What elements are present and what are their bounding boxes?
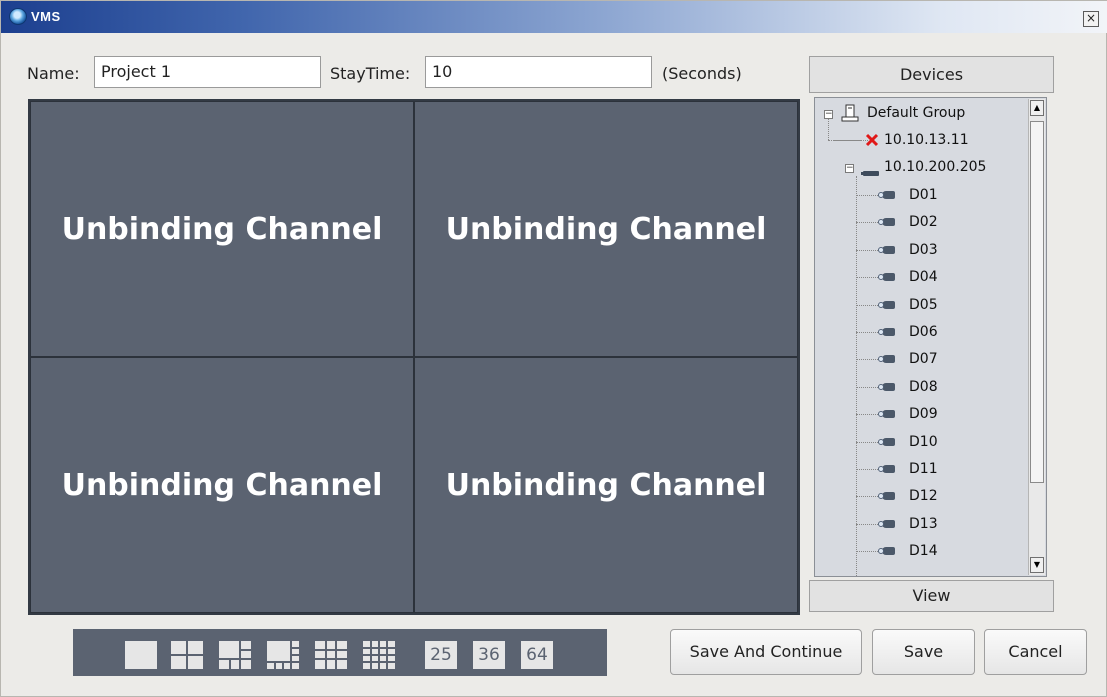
tree-item-channel[interactable]: D12	[909, 488, 938, 504]
tree-item-device[interactable]: 10.10.13.11	[884, 132, 969, 148]
tree-item-channel[interactable]: D05	[909, 297, 938, 313]
seconds-unit-label: (Seconds)	[662, 64, 742, 83]
tree-line	[856, 551, 878, 553]
save-button[interactable]: Save	[872, 629, 975, 675]
layout-16-icon[interactable]	[363, 641, 395, 669]
group-folder-icon	[841, 104, 859, 122]
tree-line	[828, 116, 829, 140]
camera-icon	[878, 519, 896, 529]
dialog-window: VMS × Name: Project 1 StayTime: 10 (Seco…	[0, 0, 1107, 697]
title-bar[interactable]: VMS ×	[1, 1, 1107, 33]
tree-item-channel[interactable]: D06	[909, 324, 938, 340]
tree-line	[833, 140, 861, 141]
camera-icon	[878, 491, 896, 501]
tree-line	[856, 277, 878, 279]
camera-icon	[878, 190, 896, 200]
scroll-thumb[interactable]	[1030, 121, 1044, 483]
channel-cell-3[interactable]: Unbinding Channel	[30, 357, 414, 613]
layout-8-icon[interactable]	[267, 641, 299, 669]
tree-item-channel[interactable]: D07	[909, 351, 938, 367]
tree-line	[856, 332, 878, 333]
tree-line	[856, 523, 878, 525]
layout-selector-bar: 25 36 64	[73, 629, 607, 676]
channel-cell-label: Unbinding Channel	[61, 211, 383, 247]
tree-scrollbar[interactable]: ▲ ▼	[1028, 99, 1045, 575]
layout-64-button[interactable]: 64	[521, 641, 553, 669]
channel-cell-2[interactable]: Unbinding Channel	[414, 101, 798, 357]
scroll-up-button[interactable]: ▲	[1030, 100, 1044, 116]
save-and-continue-button[interactable]: Save And Continue	[670, 629, 862, 675]
tree-line	[856, 195, 878, 196]
collapse-toggle[interactable]: −	[824, 110, 833, 119]
view-button[interactable]: View	[809, 580, 1054, 612]
layout-36-button[interactable]: 36	[473, 641, 505, 669]
tree-item-channel[interactable]: D14	[909, 543, 938, 559]
tree-item-channel[interactable]: D11	[909, 461, 938, 477]
channel-grid: Unbinding Channel Unbinding Channel Unbi…	[28, 99, 800, 615]
camera-icon	[878, 354, 896, 364]
tree-line	[856, 414, 878, 416]
channel-cell-1[interactable]: Unbinding Channel	[30, 101, 414, 357]
channel-cell-label: Unbinding Channel	[445, 211, 767, 247]
error-x-icon	[865, 132, 879, 147]
camera-icon	[878, 464, 896, 474]
camera-icon	[878, 217, 896, 227]
close-button[interactable]: ×	[1083, 11, 1099, 27]
tree-line	[856, 304, 878, 306]
name-label: Name:	[27, 64, 80, 83]
tree-line	[856, 386, 878, 388]
collapse-toggle[interactable]: −	[845, 164, 854, 173]
nvr-icon	[861, 164, 881, 176]
camera-icon	[878, 382, 896, 392]
camera-icon	[878, 327, 896, 337]
tree-item-channel[interactable]: D09	[909, 406, 938, 422]
tree-line	[856, 249, 878, 251]
camera-icon	[878, 437, 896, 447]
app-logo-icon	[9, 8, 27, 25]
tree-item-channel[interactable]: D04	[909, 269, 938, 285]
tree-item-channel[interactable]: D10	[909, 434, 938, 450]
tree-line	[856, 441, 878, 443]
camera-icon	[878, 245, 896, 255]
camera-icon	[878, 272, 896, 282]
tree-item-channel[interactable]: D01	[909, 187, 938, 203]
layout-9-icon[interactable]	[315, 641, 347, 669]
layout-6-icon[interactable]	[219, 641, 251, 669]
tree-line	[856, 222, 878, 224]
tree-item-channel[interactable]: D03	[909, 242, 938, 258]
tree-item-channel[interactable]: D08	[909, 379, 938, 395]
device-tree[interactable]: − Default Group 10.10.13.11 − 10.10.200.…	[814, 97, 1047, 577]
cancel-button[interactable]: Cancel	[984, 629, 1087, 675]
layout-4-icon[interactable]	[171, 641, 203, 669]
devices-header: Devices	[809, 56, 1054, 93]
staytime-label: StayTime:	[330, 64, 411, 83]
scroll-down-button[interactable]: ▼	[1030, 557, 1044, 573]
name-field[interactable]: Project 1	[94, 56, 321, 88]
tree-line	[856, 359, 878, 361]
layout-25-button[interactable]: 25	[425, 641, 457, 669]
layout-1-icon[interactable]	[125, 641, 157, 669]
channel-cell-label: Unbinding Channel	[445, 467, 767, 503]
tree-line	[856, 496, 878, 498]
camera-icon	[878, 300, 896, 310]
channel-cell-4[interactable]: Unbinding Channel	[414, 357, 798, 613]
tree-item-channel[interactable]: D13	[909, 516, 938, 532]
tree-line	[856, 176, 857, 576]
tree-line	[856, 469, 878, 470]
tree-item-default-group[interactable]: Default Group	[867, 105, 965, 121]
staytime-field[interactable]: 10	[425, 56, 652, 88]
window-title: VMS	[31, 9, 61, 24]
tree-item-channel[interactable]: D02	[909, 214, 938, 230]
camera-icon	[878, 546, 896, 556]
camera-icon	[878, 409, 896, 419]
tree-item-device[interactable]: 10.10.200.205	[884, 159, 986, 175]
channel-cell-label: Unbinding Channel	[61, 467, 383, 503]
